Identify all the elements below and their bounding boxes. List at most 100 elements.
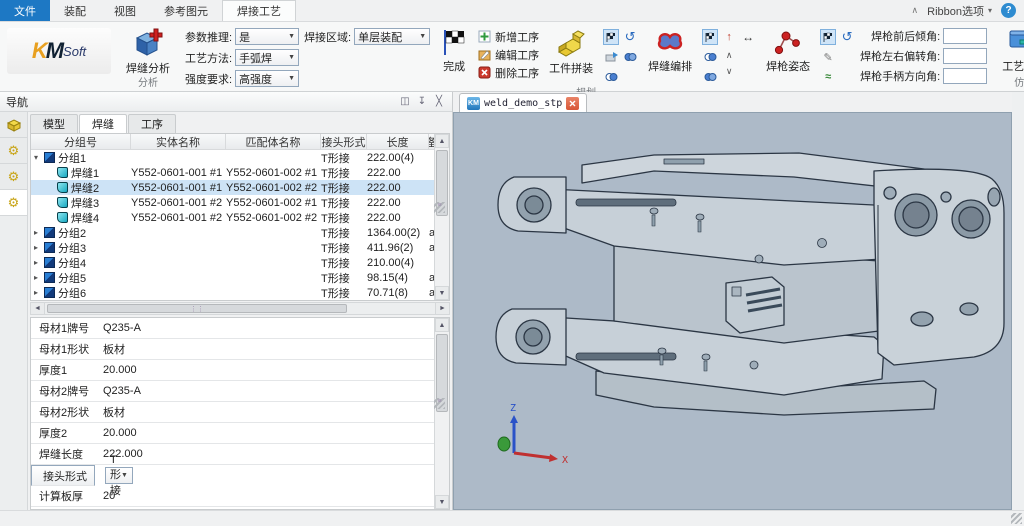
tree-row[interactable]: 焊缝3 Y552-0601-001 #2 Y552-0601-002 #1 T形… — [31, 195, 434, 210]
scroll-track[interactable]: ≡ — [435, 332, 449, 495]
scroll-track[interactable]: ≡ — [435, 148, 449, 286]
flag-small-button[interactable] — [702, 29, 718, 45]
move-down-button[interactable]: ∨ — [726, 65, 733, 77]
sphere-pair-button[interactable] — [622, 49, 638, 65]
ribbon-options-button[interactable]: Ribbon选项 ▾ — [927, 3, 992, 19]
torch-pitch-input[interactable] — [943, 28, 987, 44]
undo-button[interactable]: ↺ — [622, 29, 638, 45]
header-match[interactable]: 匹配体名称 — [226, 134, 321, 149]
box-icon — [6, 118, 22, 132]
sphere-small-button[interactable] — [702, 49, 718, 65]
move-up-button[interactable]: ∧ — [726, 49, 733, 61]
menu-tab-view[interactable]: 视图 — [100, 0, 150, 21]
tree-row[interactable]: 焊缝4 Y552-0601-001 #2 Y552-0601-002 #2 T形… — [31, 210, 434, 225]
tab-process[interactable]: 工序 — [128, 114, 176, 133]
tree-row[interactable]: ▸ 分组2 T形接 1364.00(2) a=40° — [31, 225, 434, 240]
edit-step-button[interactable]: 编辑工序 — [478, 47, 539, 62]
document-tab[interactable]: KM weld_demo_stp — [459, 93, 587, 112]
gear-nav-button-active[interactable]: ⚙ — [0, 190, 27, 216]
torch-handle-input[interactable] — [943, 68, 987, 84]
param-infer-combo[interactable]: 是▼ — [235, 28, 299, 45]
header-joint[interactable]: 接头形式 — [321, 134, 367, 149]
tree-row[interactable]: ▸ 分组5 T形接 98.15(4) a=40° — [31, 270, 434, 285]
tree-row[interactable]: 焊缝2 Y552-0601-001 #1 Y552-0601-002 #2 T形… — [31, 180, 434, 195]
region-label: 焊接区域: — [304, 29, 351, 45]
tree-row[interactable]: 焊缝1 Y552-0601-001 #1 Y552-0601-002 #1 T形… — [31, 165, 434, 180]
gear-nav-button[interactable]: ⚙ — [0, 164, 27, 190]
match-name-cell: Y552-0601-002 #1 — [226, 197, 321, 209]
tree-row[interactable]: ▸ 分组3 T形接 411.96(2) a=40° — [31, 240, 434, 255]
scroll-track[interactable]: ⋮⋮ — [45, 303, 435, 314]
tree-item-icon — [44, 242, 55, 253]
resize-grip[interactable] — [1011, 513, 1022, 524]
torch-pose-icon — [773, 28, 803, 56]
scroll-thumb[interactable]: ≡ — [436, 334, 448, 412]
pin-button[interactable]: ↧ — [415, 95, 429, 109]
header-group[interactable]: 分组号 — [31, 134, 131, 149]
assemble-button[interactable]: 工件拼装 — [544, 24, 598, 77]
flag-small-button[interactable] — [603, 29, 619, 45]
tree-row[interactable]: ▸ 分组4 T形接 210.00(4) — [31, 255, 434, 270]
property-row: 计算板厚 20 20 ▼ — [31, 486, 434, 507]
menu-tab-reference[interactable]: 参考图元 — [150, 0, 222, 21]
tree-item-name: 焊缝4 — [71, 210, 99, 226]
weld-analysis-icon — [133, 28, 163, 58]
tree-row[interactable]: ▾ 分组1 T形接 222.00(4) — [31, 150, 434, 165]
scroll-up-button[interactable]: ▲ — [435, 134, 449, 148]
collapse-ribbon-icon[interactable]: ∧ — [912, 5, 919, 16]
menu-tab-weld-process[interactable]: 焊接工艺 — [222, 0, 296, 21]
flag-small-button[interactable] — [820, 29, 836, 45]
sphere-small-button[interactable] — [603, 69, 619, 85]
property-label: 母材2牌号 — [31, 383, 99, 399]
scroll-down-button[interactable]: ▼ — [435, 286, 449, 300]
weld-analysis-button[interactable]: 焊缝分析 — [121, 24, 175, 77]
model-box-button[interactable] — [0, 112, 27, 138]
method-combo[interactable]: 手弧焊▼ — [235, 49, 299, 66]
tree-item-name: 分组4 — [58, 255, 86, 271]
gear-nav-button[interactable]: ⚙ — [0, 138, 27, 164]
finish-button[interactable]: 完成 — [435, 24, 473, 75]
header-entity[interactable]: 实体名称 — [131, 134, 226, 149]
scroll-up-button[interactable]: ▲ — [435, 318, 449, 332]
edit-small-button[interactable]: ✎ — [820, 49, 836, 65]
torch-yaw-input[interactable] — [943, 48, 987, 64]
undo-button[interactable]: ↺ — [839, 29, 855, 45]
weld-arrange-button[interactable]: 焊缝编排 — [643, 24, 697, 75]
window-layout-button[interactable]: ◫ — [398, 95, 412, 109]
help-button[interactable]: ? — [1001, 3, 1016, 18]
header-length[interactable]: 长度 — [367, 134, 429, 149]
menu-tab-assembly[interactable]: 装配 — [50, 0, 100, 21]
expander-icon: ▸ — [34, 243, 44, 252]
property-value: 20.000 — [99, 427, 434, 439]
export-small-button[interactable] — [603, 49, 619, 65]
close-panel-button[interactable]: ╳ — [432, 95, 446, 109]
tab-model[interactable]: 模型 — [30, 114, 78, 133]
tree-item-icon — [57, 197, 68, 208]
measure-button[interactable]: ↔ — [740, 29, 756, 45]
menu-tab-file[interactable]: 文件 — [0, 0, 50, 21]
close-tab-button[interactable] — [566, 97, 579, 110]
path-small-button[interactable]: ≈ — [820, 69, 836, 85]
add-step-button[interactable]: 新增工序 — [478, 29, 539, 44]
scroll-left-button[interactable]: ◄ — [31, 303, 45, 314]
pin-vertical-button[interactable]: ↑ — [721, 29, 737, 45]
joint-type-cell: T形接 — [321, 225, 367, 241]
torch-pose-button[interactable]: 焊枪姿态 — [761, 24, 815, 75]
tab-weld-seam[interactable]: 焊缝 — [79, 114, 127, 133]
simulate-button[interactable]: 工艺仿真 — [997, 24, 1024, 75]
entity-name-cell: Y552-0601-001 #1 — [131, 167, 226, 179]
scroll-right-button[interactable]: ► — [435, 303, 449, 314]
torch-pose-label: 焊枪姿态 — [766, 58, 810, 74]
tree-row[interactable]: ▸ 分组6 T形接 70.71(8) a=40° — [31, 285, 434, 300]
delete-step-button[interactable]: 删除工序 — [478, 65, 539, 80]
scroll-down-button[interactable]: ▼ — [435, 495, 449, 509]
scroll-thumb[interactable]: ⋮⋮ — [47, 304, 347, 313]
scroll-thumb[interactable]: ≡ — [436, 150, 448, 216]
3d-canvas[interactable]: Z X — [453, 112, 1012, 510]
strength-combo[interactable]: 高强度▼ — [235, 70, 299, 87]
tree-item-name: 分组7 — [58, 300, 86, 301]
region-combo[interactable]: 单层装配▼ — [354, 28, 430, 45]
joint-type-combo[interactable]: T形接 ▼ — [105, 467, 133, 484]
tree-item-name: 焊缝3 — [71, 195, 99, 211]
sphere-small-button[interactable] — [702, 69, 718, 85]
